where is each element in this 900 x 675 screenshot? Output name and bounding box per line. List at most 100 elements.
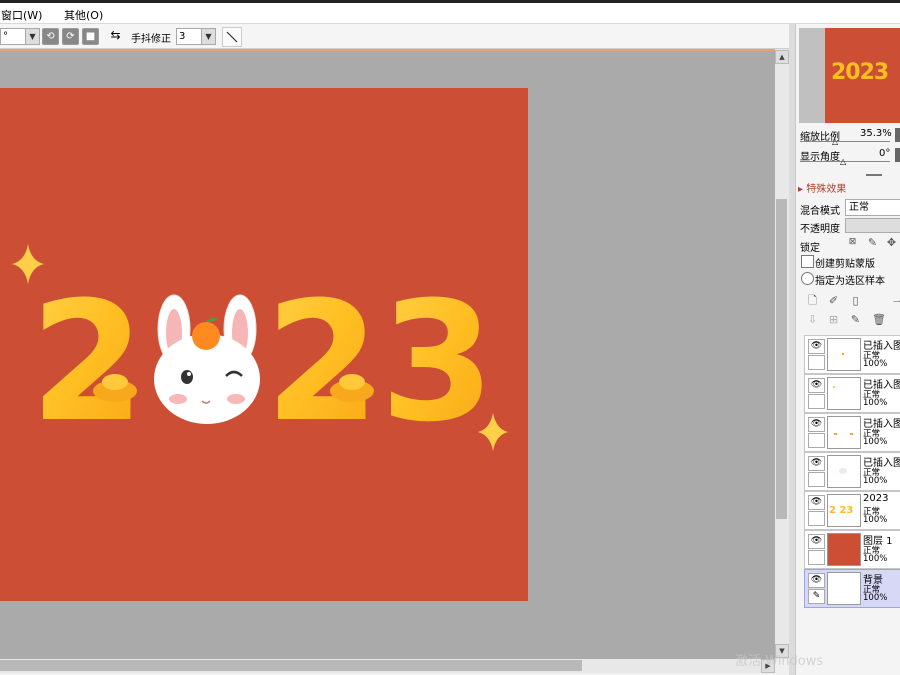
layer-thumbnail (827, 455, 861, 488)
artwork: 2 2 3 (0, 88, 528, 601)
lock-move-icon[interactable]: ✥ (885, 236, 898, 249)
horizontal-scrollbar[interactable]: ▶ (0, 659, 775, 673)
navigator-year: 2023 (831, 60, 889, 85)
eye-icon[interactable]: 👁 (808, 417, 825, 432)
eye-icon[interactable]: 👁 (808, 456, 825, 471)
new-layer-icon[interactable]: 🗋 (806, 294, 819, 307)
blend-mode-value: 正常 (849, 202, 869, 213)
layer-lock-toggle[interactable] (808, 355, 825, 370)
eye-icon[interactable]: 👁 (808, 378, 825, 393)
opacity-slider[interactable] (845, 218, 900, 233)
transfer-down-icon[interactable]: ⇩ (806, 313, 819, 326)
new-pen-layer-icon[interactable]: ✐ (827, 294, 840, 307)
layer-item[interactable]: 👁 已插入图 正常 100% (804, 374, 900, 413)
canvas-top-border (0, 49, 795, 51)
trash-icon[interactable]: 🗑 (872, 313, 886, 326)
layer-lock-toggle[interactable] (808, 472, 825, 487)
layer-lock-toggle[interactable] (808, 511, 825, 526)
digit-three: 3 (380, 266, 495, 458)
layer-thumbnail (827, 338, 861, 371)
layer-opacity: 100% (863, 359, 888, 369)
lock-paint-icon[interactable]: ✎ (866, 236, 879, 249)
scroll-up-icon[interactable]: ▲ (775, 50, 789, 64)
navigator-preview[interactable]: 2023 (799, 28, 900, 123)
stabilizer-select[interactable]: 3 ▼ (176, 28, 216, 45)
layer-name: 2023 (863, 493, 889, 504)
layer-lock-toggle[interactable] (808, 433, 825, 448)
more-icon[interactable]: ⤙ (891, 294, 900, 307)
layer-thumbnail: 2 23 (827, 494, 861, 527)
layer-thumbnail (827, 572, 861, 605)
zoom-slider[interactable] (800, 141, 890, 142)
angle-slider-handle[interactable]: △ (840, 157, 846, 166)
layer-item[interactable]: 👁 已插入图 正常 100% (804, 413, 900, 452)
stabilizer-label: 手抖修正 (131, 34, 171, 45)
clip-mask-label: 创建剪贴蒙版 (815, 259, 875, 270)
zoom-slider-handle[interactable]: △ (832, 137, 838, 146)
pen-icon[interactable]: ✎ (808, 589, 825, 604)
zoom-value: 35.3% (860, 128, 892, 139)
blend-mode-select[interactable]: 正常 (845, 199, 900, 216)
blend-mode-label: 混合模式 (800, 206, 840, 217)
layer-thumb-text: 2 23 (829, 505, 854, 516)
eye-icon[interactable]: 👁 (808, 573, 825, 588)
layer-thumbnail (827, 416, 861, 449)
clear-layer-icon[interactable]: ✎ (849, 313, 862, 326)
reset-rotation-button[interactable]: ■ (82, 28, 99, 45)
eye-icon[interactable]: 👁 (808, 534, 825, 549)
rotate-left-button[interactable]: ⟲ (42, 28, 59, 45)
angle-select[interactable]: ° ▼ (0, 28, 40, 45)
right-panel: 2023 缩放比例 35.3% △ 显示角度 0° △ ▸ 特殊效果 混合模式 … (795, 24, 900, 675)
line-icon (226, 31, 238, 43)
menu-other[interactable]: 其他(O) (64, 7, 103, 23)
digit-two-right: 2 (265, 266, 380, 458)
new-folder-icon[interactable]: ▯ (849, 294, 862, 307)
selection-sample-label: 指定为选区样本 (815, 276, 885, 287)
layer-opacity: 100% (863, 437, 888, 447)
toolbar: ° ▼ ⟲ ⟳ ■ ⇆ 手抖修正 3 ▼ (0, 24, 795, 49)
layer-thumbnail (827, 377, 861, 410)
rotate-right-button[interactable]: ⟳ (62, 28, 79, 45)
lock-label: 锁定 (800, 243, 820, 254)
layer-item-selected[interactable]: 👁 ✎ 背景 正常 100% (804, 569, 900, 608)
zoom-reset-button[interactable] (895, 128, 900, 142)
horizontal-scroll-thumb[interactable] (0, 660, 582, 671)
vertical-scrollbar[interactable]: ▲ ▼ (775, 49, 789, 659)
straight-line-button[interactable] (222, 27, 242, 47)
caret-right-icon: ▸ (798, 184, 804, 195)
layer-item[interactable]: 👁 图层 1 正常 100% (804, 530, 900, 569)
digit-two-left: 2 (30, 266, 145, 458)
layer-item[interactable]: 👁 2 23 2023 正常 100% (804, 491, 900, 530)
effects-label: 特殊效果 (806, 184, 847, 195)
layer-item[interactable]: 👁 已插入图 正常 100% (804, 335, 900, 374)
layer-opacity: 100% (863, 398, 888, 408)
lock-transparency-icon[interactable]: ⊠ (846, 236, 859, 249)
panel-grip[interactable] (866, 174, 882, 176)
canvas-viewport[interactable]: 2 2 3 (0, 49, 775, 659)
chevron-down-icon: ▼ (25, 29, 39, 44)
angle-value: 0° (879, 148, 891, 159)
flip-horizontal-icon[interactable]: ⇆ (108, 28, 123, 43)
layer-opacity: 100% (863, 593, 888, 603)
eye-icon[interactable]: 👁 (808, 339, 825, 354)
layer-thumbnail (827, 533, 861, 566)
layer-lock-toggle[interactable] (808, 550, 825, 565)
layer-lock-toggle[interactable] (808, 394, 825, 409)
opacity-label: 不透明度 (800, 224, 840, 235)
angle-value: ° (3, 31, 8, 42)
stabilizer-value: 3 (179, 31, 186, 42)
menu-window[interactable]: 窗口(W) (1, 7, 42, 23)
layer-opacity: 100% (863, 554, 888, 564)
angle-reset-button[interactable] (895, 148, 900, 162)
menu-bar: 窗口(W) 其他(O) (0, 3, 900, 24)
merge-down-icon[interactable]: ⊞ (827, 313, 840, 326)
effects-header[interactable]: ▸ 特殊效果 (798, 180, 846, 195)
chevron-down-icon: ▼ (201, 29, 215, 44)
eye-icon[interactable]: 👁 (808, 495, 825, 510)
layer-opacity: 100% (863, 515, 888, 525)
layer-item[interactable]: 👁 已插入图 正常 100% (804, 452, 900, 491)
layer-opacity: 100% (863, 476, 888, 486)
clip-mask-checkbox[interactable] (801, 255, 814, 268)
selection-sample-radio[interactable] (801, 272, 814, 285)
vertical-scroll-thumb[interactable] (776, 199, 787, 519)
